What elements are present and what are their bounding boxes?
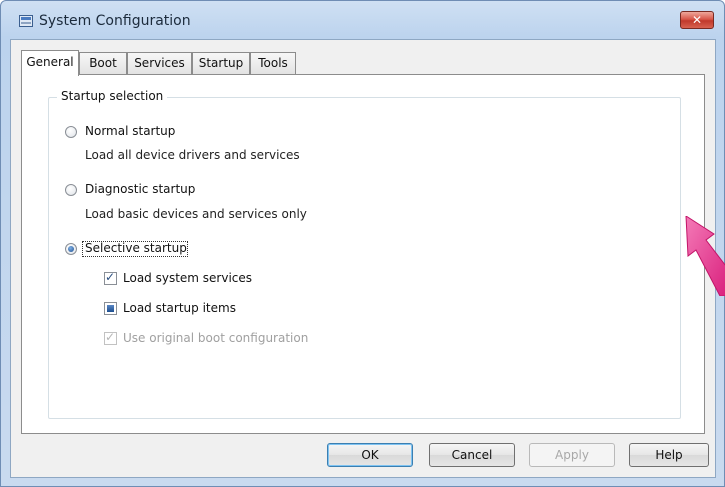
normal-startup-description: Load all device drivers and services bbox=[85, 148, 300, 162]
load-system-services-checkbox[interactable] bbox=[104, 270, 117, 285]
selective-startup-label[interactable]: Selective startup bbox=[85, 241, 187, 255]
normal-startup-label[interactable]: Normal startup bbox=[85, 124, 175, 138]
use-original-boot-checkbox bbox=[104, 330, 117, 345]
tab-boot[interactable]: Boot bbox=[79, 52, 127, 74]
startup-selection-group: Startup selection Normal startup Load al… bbox=[48, 89, 681, 419]
msconfig-app-icon bbox=[19, 15, 33, 27]
diagnostic-startup-radio[interactable] bbox=[65, 184, 77, 196]
close-button[interactable]: ✕ bbox=[680, 11, 714, 29]
tab-general[interactable]: General bbox=[21, 50, 79, 76]
system-configuration-window: System Configuration ✕ General Boot Serv… bbox=[0, 0, 725, 487]
load-startup-items-checkbox[interactable] bbox=[104, 302, 117, 315]
tab-tools[interactable]: Tools bbox=[250, 52, 296, 74]
selective-startup-radio[interactable] bbox=[65, 243, 77, 255]
cancel-button[interactable]: Cancel bbox=[429, 443, 515, 467]
normal-startup-radio[interactable] bbox=[65, 126, 77, 138]
use-original-boot-label: Use original boot configuration bbox=[123, 331, 309, 345]
tab-services[interactable]: Services bbox=[127, 52, 192, 74]
diagnostic-startup-label[interactable]: Diagnostic startup bbox=[85, 182, 195, 196]
apply-button: Apply bbox=[529, 443, 615, 467]
title-bar[interactable]: System Configuration ✕ bbox=[1, 1, 724, 39]
load-startup-items-label[interactable]: Load startup items bbox=[123, 301, 236, 315]
load-system-services-label[interactable]: Load system services bbox=[123, 271, 252, 285]
general-tab-panel: Startup selection Normal startup Load al… bbox=[21, 74, 705, 434]
dialog-client-area: General Boot Services Startup Tools Star… bbox=[10, 39, 716, 478]
help-button[interactable]: Help bbox=[629, 443, 709, 467]
window-title: System Configuration bbox=[39, 13, 191, 29]
close-icon: ✕ bbox=[691, 13, 703, 27]
ok-button[interactable]: OK bbox=[327, 443, 413, 467]
group-title: Startup selection bbox=[57, 89, 168, 103]
annotation-arrow-icon bbox=[685, 216, 725, 296]
diagnostic-startup-description: Load basic devices and services only bbox=[85, 207, 307, 221]
tab-startup[interactable]: Startup bbox=[192, 52, 250, 74]
